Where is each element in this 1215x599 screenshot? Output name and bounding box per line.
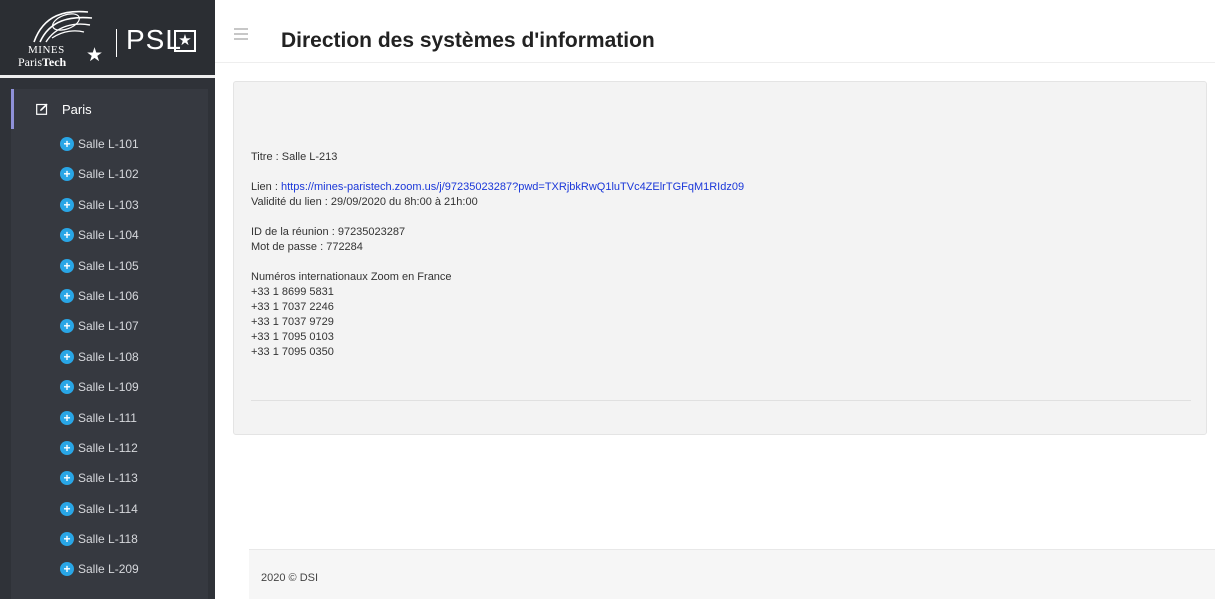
sidebar-item-label: Salle L-108 [78,349,139,364]
sidebar-item-label: Salle L-109 [78,380,139,395]
mines-paristech-logo[interactable]: MINES ParisTech ★ [14,8,106,70]
meeting-id: ID de la réunion : 97235023287 [251,226,406,238]
sidebar-item-salle-l-118[interactable]: + Salle L-118 [11,525,208,555]
sidebar-item-salle-l-103[interactable]: + Salle L-103 [11,191,208,221]
sidebar-item-salle-l-112[interactable]: + Salle L-112 [11,434,208,464]
sidebar-item-salle-l-101[interactable]: + Salle L-101 [11,130,208,160]
footer-copyright: 2020 © DSI [261,572,319,584]
sidebar-item-salle-l-104[interactable]: + Salle L-104 [11,221,208,251]
sidebar-item-label: Salle L-102 [78,167,139,182]
meeting-card: Titre : Salle L-213 Lien : https://mines… [233,81,1207,435]
plus-circle-icon: + [60,288,74,303]
sidebar-item-salle-l-114[interactable]: + Salle L-114 [11,495,208,525]
sidebar-item-salle-l-113[interactable]: + Salle L-113 [11,464,208,494]
mines-emblem-icon [33,10,93,43]
plus-circle-icon: + [60,349,74,364]
sidebar-item-label: Salle L-112 [78,440,138,455]
zoom-meeting-link[interactable]: https://mines-paristech.zoom.us/j/972350… [281,181,744,193]
sidebar-item-salle-l-106[interactable]: + Salle L-106 [11,282,208,312]
plus-circle-icon: + [60,471,74,486]
sidebar-item-salle-l-102[interactable]: + Salle L-102 [11,160,208,190]
phone-number: +33 1 7037 9729 [251,316,334,328]
logo-area[interactable]: MINES ParisTech ★ PSL ★ [0,0,215,78]
sidebar-item-salle-l-108[interactable]: + Salle L-108 [11,343,208,373]
plus-circle-icon: + [60,137,74,151]
phone-number: +33 1 8699 5831 [251,286,334,298]
plus-circle-icon: + [60,197,74,212]
plus-circle-icon: + [60,410,74,425]
paristech-prefix: Paris [18,55,42,69]
sidebar-item-salle-l-105[interactable]: + Salle L-105 [11,252,208,282]
phone-number: +33 1 7037 2246 [251,301,334,313]
sidebar-group-paris[interactable]: Paris [11,89,208,129]
sidebar-item-label: Salle L-103 [78,197,139,212]
paristech-bold: Tech [42,55,67,69]
star-icon: ★ [86,45,104,66]
plus-circle-icon: + [60,167,74,182]
meeting-link-label: Lien : [251,181,281,193]
logo-divider [116,29,117,57]
sidebar-item-label: Salle L-118 [78,532,138,547]
phone-number: +33 1 7095 0350 [251,346,334,358]
plus-circle-icon: + [60,532,74,547]
meeting-link-validity: Validité du lien : 29/09/2020 du 8h:00 à… [251,196,478,208]
sidebar-item-label: Salle L-114 [78,501,138,516]
sidebar-item-label: Salle L-101 [78,137,139,151]
plus-circle-icon: + [60,501,74,516]
sidebar-item-salle-l-109[interactable]: + Salle L-109 [11,373,208,403]
sidebar-item-salle-l-111[interactable]: + Salle L-111 [11,404,208,434]
meeting-link-line: Lien : https://mines-paristech.zoom.us/j… [251,180,744,195]
top-header: Direction des systèmes d'information [215,0,1215,63]
meeting-title: Titre : Salle L-213 [251,151,338,163]
plus-circle-icon: + [60,228,74,243]
footer: 2020 © DSI [249,549,1215,599]
sidebar-item-salle-l-107[interactable]: + Salle L-107 [11,312,208,342]
sidebar-item-label: Salle L-113 [78,471,138,486]
sidebar-item-label: Salle L-106 [78,288,139,303]
page: MINES ParisTech ★ PSL ★ Paris + Salle L-1… [0,0,1215,599]
sidebar-item-label: Salle L-104 [78,228,139,243]
sidebar-item-label: Salle L-105 [78,258,139,273]
sidebar: MINES ParisTech ★ PSL ★ Paris + Salle L-1… [0,0,215,599]
menu-toggle-icon[interactable] [234,28,248,43]
sidebar-item-list: + Salle L-101 + Salle L-102 + Salle L-103 +… [11,130,208,586]
sidebar-item-salle-l-209[interactable]: + Salle L-209 [11,555,208,585]
plus-circle-icon: + [60,319,74,334]
plus-circle-icon: + [60,380,74,395]
paristech-wordmark: ParisTech [18,55,66,70]
plus-circle-icon: + [60,440,74,455]
edit-icon [36,103,48,115]
sidebar-item-label: Salle L-209 [78,562,139,577]
numbers-heading: Numéros internationaux Zoom en France [251,271,452,283]
plus-circle-icon: + [60,258,74,273]
sidebar-item-label: Salle L-107 [78,319,139,334]
meeting-details: Titre : Salle L-213 Lien : https://mines… [251,150,744,360]
plus-circle-icon: + [60,562,74,577]
phone-number: +33 1 7095 0103 [251,331,334,343]
psl-star-icon: ★ [174,30,196,52]
sidebar-item-label: Salle L-111 [78,410,137,425]
sidebar-nav: Paris + Salle L-101 + Salle L-102 + Salle L… [11,89,208,599]
page-title: Direction des systèmes d'information [281,29,655,52]
meeting-password: Mot de passe : 772284 [251,241,363,253]
card-divider [251,400,1191,401]
sidebar-group-label: Paris [62,102,92,117]
